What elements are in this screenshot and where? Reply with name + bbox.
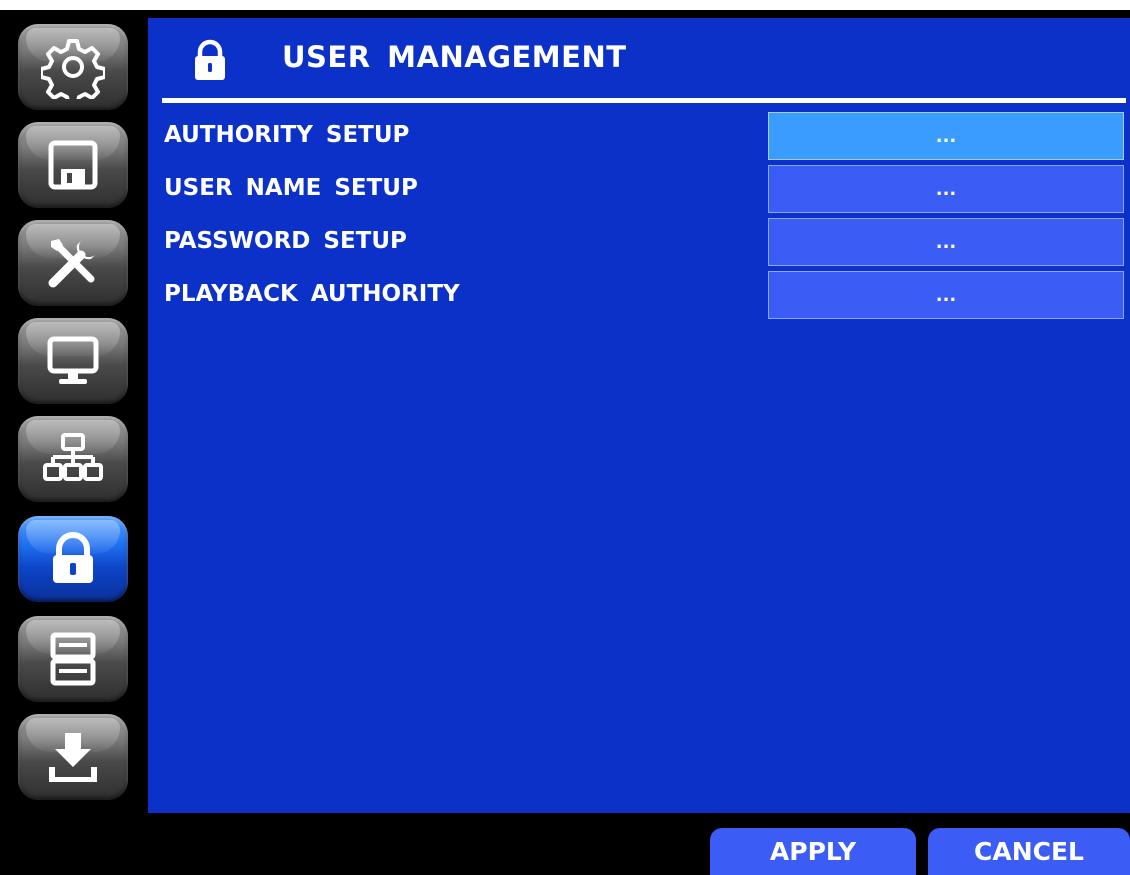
sidebar-item-system[interactable]: [18, 24, 128, 110]
settings-row-user-name: USER NAME SETUP ...: [148, 165, 1130, 217]
sidebar-item-security[interactable]: [18, 516, 128, 602]
sidebar-item-display[interactable]: [18, 318, 128, 404]
network-icon: [43, 433, 103, 481]
settings-row-authority: AUTHORITY SETUP ...: [148, 112, 1130, 164]
storage-icon: [50, 632, 96, 686]
row-label: PLAYBACK AUTHORITY: [164, 281, 460, 307]
top-border: [0, 0, 1130, 10]
page-title: USER MANAGEMENT: [282, 40, 627, 74]
sidebar-item-storage[interactable]: [18, 616, 128, 702]
settings-panel: USER MANAGEMENT AUTHORITY SETUP ... USER…: [148, 18, 1130, 813]
row-label: PASSWORD SETUP: [164, 228, 407, 254]
monitor-icon: [47, 336, 99, 384]
lock-icon: [53, 532, 93, 583]
settings-row-password: PASSWORD SETUP ...: [148, 218, 1130, 270]
floppy-disk-icon: [48, 140, 98, 190]
apply-button[interactable]: APPLY: [710, 828, 916, 875]
panel-header: USER MANAGEMENT: [148, 18, 1130, 98]
settings-row-playback: PLAYBACK AUTHORITY ...: [148, 271, 1130, 323]
playback-authority-button[interactable]: ...: [768, 271, 1124, 319]
cancel-button[interactable]: CANCEL: [928, 828, 1130, 875]
row-label: USER NAME SETUP: [164, 175, 418, 201]
sidebar-item-record[interactable]: [18, 122, 128, 208]
sidebar-item-backup[interactable]: [18, 714, 128, 800]
sidebar-item-network[interactable]: [18, 416, 128, 502]
password-setup-button[interactable]: ...: [768, 218, 1124, 266]
tools-icon: [48, 239, 95, 288]
sidebar-item-tools[interactable]: [18, 220, 128, 306]
row-label: AUTHORITY SETUP: [164, 122, 410, 148]
lock-icon: [195, 39, 225, 80]
header-divider: [162, 98, 1126, 103]
download-icon: [49, 733, 97, 782]
authority-setup-button[interactable]: ...: [768, 112, 1124, 160]
user-name-setup-button[interactable]: ...: [768, 165, 1124, 213]
gear-icon: [41, 39, 105, 99]
